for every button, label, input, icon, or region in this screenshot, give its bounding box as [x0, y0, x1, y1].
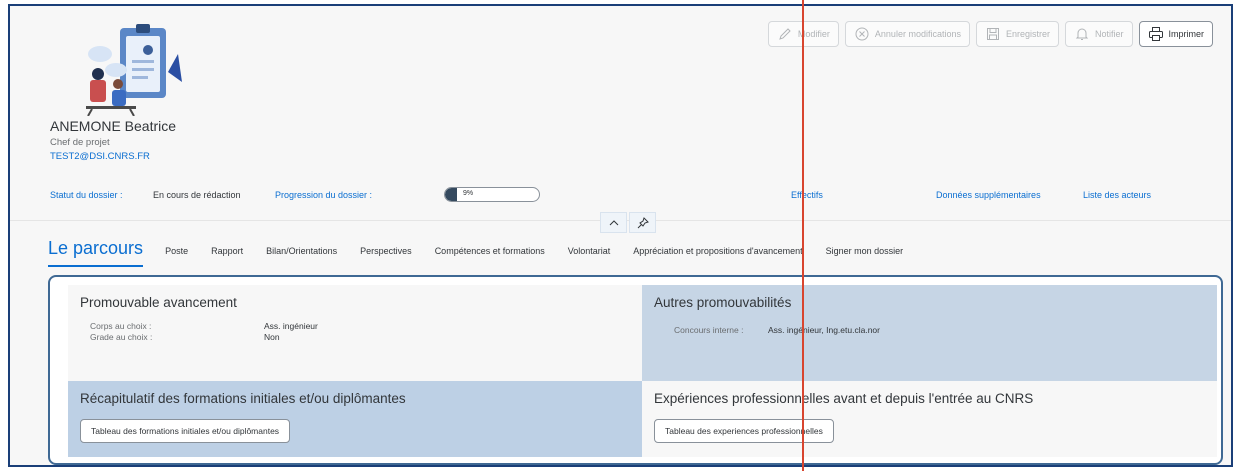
tab-appreciation[interactable]: Appréciation et propositions d'avancemen… [633, 246, 802, 256]
concours-value: Ass. ingénieur, Ing.etu.cla.nor [768, 325, 880, 335]
enregistrer-label: Enregistrer [1005, 29, 1050, 39]
collapse-header-button[interactable] [600, 212, 627, 233]
progress-value: 9% [463, 190, 474, 197]
tab-competences-formations[interactable]: Compétences et formations [435, 246, 545, 256]
grade-label: Grade au choix : [90, 332, 153, 342]
employee-email[interactable]: TEST2@DSI.CNRS.FR [50, 151, 150, 162]
formations-section: Récapitulatif des formations initiales e… [68, 381, 642, 457]
notifier-label: Notifier [1094, 29, 1124, 39]
tab-bar: Le parcours Poste Rapport Bilan/Orientat… [48, 238, 926, 267]
pin-icon [637, 216, 649, 228]
promouvable-title: Promouvable avancement [80, 295, 237, 310]
statut-value: En cours de rédaction [153, 190, 241, 200]
annotation-line [802, 0, 804, 471]
toolbar: Modifier Annuler modifications Enregistr… [767, 21, 1213, 47]
tab-signer[interactable]: Signer mon dossier [826, 246, 904, 256]
annuler-label: Annuler modifications [874, 29, 961, 39]
effectifs-link[interactable]: Effectifs [791, 190, 823, 200]
corps-label: Corps au choix : [90, 321, 152, 331]
chevron-up-icon [609, 219, 618, 225]
pencil-icon [779, 28, 791, 40]
annuler-button[interactable]: Annuler modifications [844, 21, 970, 47]
notifier-button[interactable]: Notifier [1064, 21, 1133, 47]
autres-title: Autres promouvabilités [654, 295, 792, 310]
tab-rapport[interactable]: Rapport [211, 246, 243, 256]
printer-icon [1148, 27, 1163, 41]
header-controls [600, 212, 656, 233]
experiences-title: Expériences professionnelles avant et de… [654, 391, 1034, 406]
tab-perspectives[interactable]: Perspectives [360, 246, 412, 256]
corps-value: Ass. ingénieur [264, 321, 318, 331]
profile-illustration [76, 24, 186, 117]
status-row: Statut du dossier : En cours de rédactio… [50, 187, 1221, 204]
imprimer-button[interactable]: Imprimer [1138, 21, 1213, 47]
bell-icon [1075, 28, 1089, 40]
tab-bilan-orientations[interactable]: Bilan/Orientations [266, 246, 337, 256]
donnees-supplementaires-link[interactable]: Données supplémentaires [936, 190, 1041, 200]
experiences-section: Expériences professionnelles avant et de… [642, 381, 1217, 457]
save-icon [986, 28, 999, 40]
parcours-panel: Promouvable avancement Corps au choix : … [48, 275, 1223, 465]
cancel-icon [855, 27, 869, 41]
pin-header-button[interactable] [629, 212, 656, 233]
liste-acteurs-link[interactable]: Liste des acteurs [1083, 190, 1151, 200]
imprimer-label: Imprimer [1168, 29, 1205, 39]
app-frame: ANEMONE Beatrice Chef de projet TEST2@DS… [8, 4, 1233, 467]
employee-name: ANEMONE Beatrice [50, 118, 177, 134]
formations-table-button[interactable]: Tableau des formations initiales et/ou d… [80, 419, 291, 443]
statut-label: Statut du dossier : [50, 190, 123, 200]
employee-role: Chef de projet [50, 137, 110, 148]
progress-fill [445, 188, 458, 201]
tab-poste[interactable]: Poste [165, 246, 188, 256]
concours-label: Concours interne : [674, 325, 744, 335]
grade-value: Non [264, 332, 280, 342]
enregistrer-button[interactable]: Enregistrer [975, 21, 1059, 47]
formations-title: Récapitulatif des formations initiales e… [80, 391, 406, 406]
promouvable-section: Promouvable avancement Corps au choix : … [68, 285, 642, 381]
progress-bar: 9% [444, 187, 540, 202]
experiences-table-button[interactable]: Tableau des experiences professionnelles [654, 419, 834, 443]
tab-volontariat[interactable]: Volontariat [568, 246, 611, 256]
autres-section: Autres promouvabilités Concours interne … [642, 285, 1217, 381]
progression-label: Progression du dossier : [275, 190, 373, 200]
tab-le-parcours[interactable]: Le parcours [48, 238, 144, 267]
